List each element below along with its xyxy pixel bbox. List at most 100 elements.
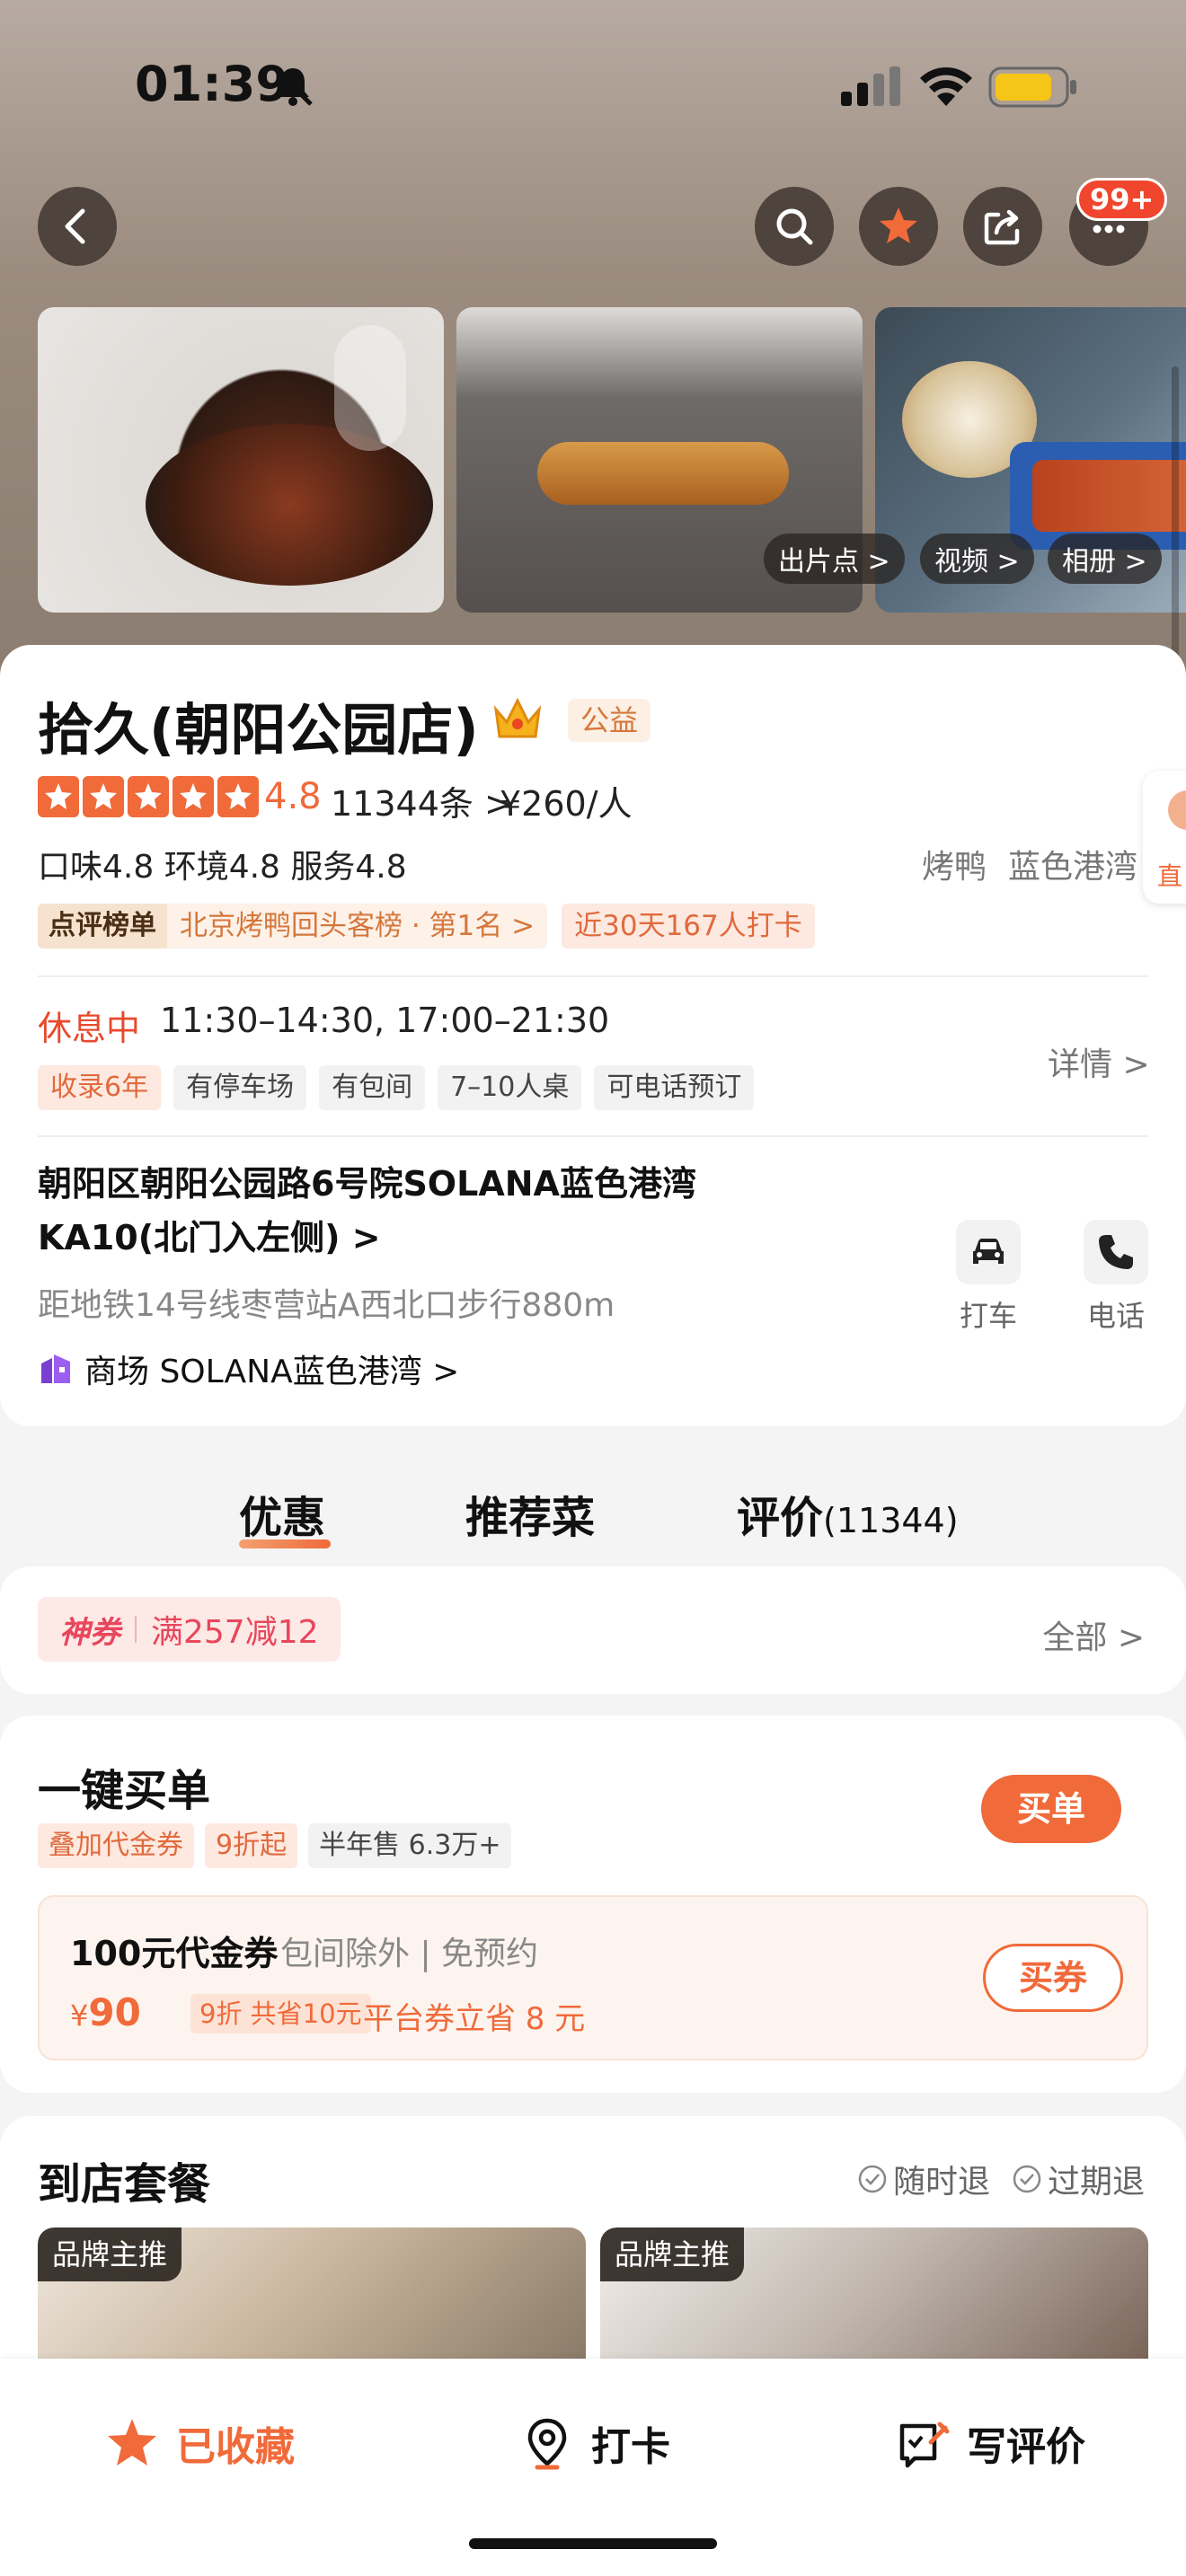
favorite-button[interactable] [859, 187, 938, 266]
star-icon [83, 776, 124, 817]
back-button[interactable] [38, 187, 117, 266]
checkin-count: 近30天167人打卡 [562, 904, 815, 948]
price-per-person: ¥260/人 [500, 784, 633, 824]
gallery-photo[interactable] [38, 307, 444, 613]
refund-policy: 过期退 [1012, 2156, 1145, 2202]
taxi-label: 打车 [959, 1299, 1017, 1333]
share-icon [984, 209, 1020, 245]
refund-policy: 随时退 [857, 2156, 990, 2202]
coupon-card: 神券 满257减12 全部 > [0, 1566, 1186, 1694]
phone-icon [1099, 1235, 1133, 1269]
ranking-row[interactable]: 点评榜单 北京烤鸭回头客榜 · 第1名 > 近30天167人打卡 [38, 904, 815, 948]
review-count-link[interactable]: 11344条 > [331, 776, 513, 825]
check-circle-icon [858, 2165, 887, 2193]
write-review-button[interactable]: 写评价 [895, 2414, 1085, 2472]
crown-icon [493, 697, 542, 738]
phone-label: 电话 [1086, 1299, 1145, 1333]
building-icon [41, 1354, 70, 1383]
sub-scores: 口味4.8 环境4.8 服务4.8 [38, 849, 407, 886]
ranking-text[interactable]: 北京烤鸭回头客榜 · 第1名 > [167, 904, 548, 948]
voucher-discount: 9折 共省10元 [190, 1994, 371, 2033]
package-tag: 品牌主推 [38, 2228, 182, 2281]
gallery-tag-spots[interactable]: 出片点 > [764, 534, 905, 584]
roast-duck-image [1032, 460, 1186, 532]
pay-tag: 叠加代金券 [38, 1823, 194, 1868]
tab-reviews-count: (11344) [823, 1501, 959, 1540]
star-filled-icon [880, 207, 917, 243]
shop-name: 拾久(朝阳公园店) [38, 697, 479, 763]
write-review-label: 写评价 [967, 2424, 1085, 2470]
star-icon [217, 776, 259, 817]
hours-details-link[interactable]: 详情 > [1048, 1038, 1150, 1085]
coupon-separator [135, 1616, 137, 1643]
check-circle-icon [1013, 2165, 1041, 2193]
wifi-icon [920, 66, 972, 106]
feature-tag: 有包间 [319, 1065, 426, 1110]
area-tag[interactable]: 蓝色港湾 [1008, 841, 1137, 887]
phone-icon-wrap [1084, 1220, 1148, 1284]
pay-bill-button[interactable]: 买单 [981, 1775, 1121, 1843]
notification-badge: 99+ [1076, 178, 1168, 221]
home-indicator [469, 2538, 717, 2549]
side-tab-label: 直 [1157, 861, 1183, 891]
coupon-pill[interactable]: 神券 满257减12 [38, 1597, 341, 1662]
tab-dishes[interactable]: 推荐菜 [465, 1482, 595, 1545]
checkin-label: 打卡 [591, 2424, 670, 2470]
rating-score: 4.8 [264, 776, 322, 817]
share-button[interactable] [963, 187, 1042, 266]
phone-button[interactable]: 电话 [1080, 1220, 1152, 1335]
fried-dough-image [537, 442, 789, 505]
package-tag: 品牌主推 [600, 2228, 745, 2281]
buy-voucher-button[interactable]: 买券 [983, 1944, 1123, 2012]
ranking-label: 点评榜单 [38, 904, 167, 948]
status-time: 01:39 [135, 56, 289, 112]
coupon-value: 满257减12 [151, 1614, 319, 1651]
address-link[interactable]: 朝阳区朝阳公园路6号院SOLANA蓝色港湾KA10(北门入左侧) > [38, 1157, 846, 1265]
shop-info-card: 拾久(朝阳公园店) 公益 4.8 11344条 > ¥260/人 口味4.8 环… [0, 645, 1186, 1426]
side-tab-avatar [1168, 790, 1186, 830]
tab-deals[interactable]: 优惠 [239, 1482, 325, 1545]
tab-reviews[interactable]: 评价(11344) [737, 1482, 959, 1545]
gallery-tag-album[interactable]: 相册 > [1048, 534, 1162, 584]
business-hours: 11:30–14:30, 17:00–21:30 [160, 1001, 610, 1040]
bell-muted-icon [273, 66, 313, 106]
car-icon [973, 1239, 1004, 1264]
category-tag[interactable]: 烤鸭 [922, 841, 987, 887]
packages-title: 到店套餐 [38, 2159, 211, 2210]
status-bar: 01:39 [0, 0, 1186, 171]
voucher-item[interactable]: 100元代金券 包间除外 | 免预约 ¥90 9折 共省10元 平台券立省 8 … [38, 1895, 1148, 2060]
mall-name: 商场 SOLANA蓝色港湾 > [84, 1354, 460, 1390]
location-pin-icon [527, 2418, 567, 2470]
taxi-icon-wrap [956, 1220, 1021, 1284]
favorite-label: 已收藏 [176, 2424, 295, 2470]
edit-review-icon [899, 2422, 950, 2468]
metro-distance: 距地铁14号线枣营站A西北口步行880m [38, 1287, 615, 1324]
feature-tag: 7–10人桌 [438, 1065, 582, 1110]
search-button[interactable] [755, 187, 834, 266]
voucher-price-value: 90 [88, 1990, 141, 2034]
refund-anytime: 随时退 [893, 2164, 991, 2201]
favorite-toggle[interactable]: 已收藏 [104, 2414, 295, 2472]
checkin-button[interactable]: 打卡 [519, 2414, 670, 2472]
star-icon [128, 776, 169, 817]
tab-reviews-label: 评价 [737, 1493, 824, 1543]
divider [38, 975, 1148, 977]
battery-icon [988, 66, 1076, 108]
feature-tags: 收录6年 有停车场 有包间 7–10人桌 可电话预订 [38, 1065, 755, 1110]
star-icon [173, 776, 214, 817]
mall-link[interactable]: 商场 SOLANA蓝色港湾 > [38, 1345, 459, 1392]
taxi-button[interactable]: 打车 [952, 1220, 1024, 1335]
star-filled-icon [108, 2419, 156, 2466]
side-live-tab[interactable]: 直 [1143, 771, 1186, 904]
quick-pay-card: 一键买单 叠加代金券 9折起 半年售 6.3万+ 买单 100元代金券 包间除外… [0, 1716, 1186, 2093]
hotpot-dish-image [146, 424, 433, 586]
coupon-label: 神券 [59, 1614, 120, 1651]
gallery-tag-video[interactable]: 视频 > [920, 534, 1034, 584]
feature-tag: 收录6年 [38, 1065, 162, 1110]
chevron-left-icon [65, 208, 85, 244]
refund-expired: 过期退 [1048, 2164, 1146, 2201]
signal-icon [841, 66, 900, 106]
all-coupons-link[interactable]: 全部 > [1042, 1611, 1145, 1658]
quick-pay-tags: 叠加代金券 9折起 半年售 6.3万+ [38, 1823, 512, 1868]
charity-tag: 公益 [568, 699, 651, 742]
